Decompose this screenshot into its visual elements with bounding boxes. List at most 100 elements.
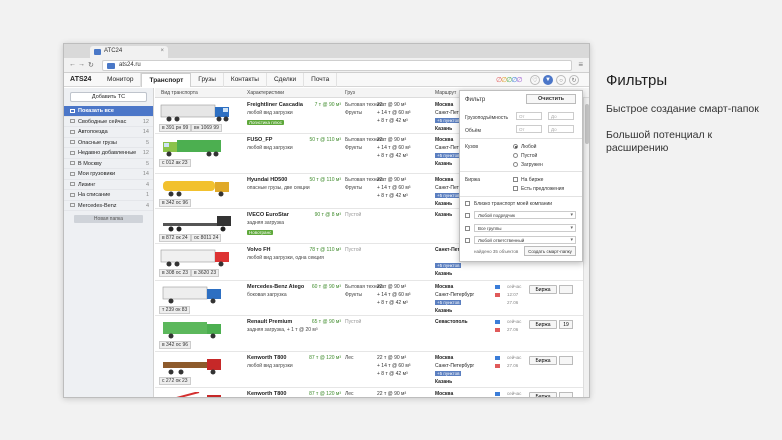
status-date: 27.06 <box>507 363 519 368</box>
exchange-button[interactable]: Биржа <box>529 356 557 365</box>
reload-icon[interactable]: ↻ <box>88 61 94 69</box>
vehicle-model[interactable]: Kenworth T800 <box>247 355 286 361</box>
refresh-icon[interactable]: ↻ <box>569 75 579 85</box>
capacity-from-input[interactable]: От <box>516 112 542 120</box>
vehicle-model[interactable]: Hyundai HD500 <box>247 177 287 183</box>
search-icon[interactable]: ○ <box>556 75 566 85</box>
column-header-route[interactable]: Маршрут <box>435 90 456 96</box>
checkbox-has-offers-label: Есть предложения <box>521 186 565 192</box>
capacity-label: Грузоподъёмность <box>465 115 509 121</box>
exchange-count-button[interactable] <box>559 285 573 294</box>
sidebar-item-road-trains[interactable]: Автопоезда 14 <box>64 127 153 138</box>
vehicle-model[interactable]: FUSO_FP <box>247 137 272 143</box>
scrollbar-thumb[interactable] <box>585 104 589 144</box>
vehicle-description: любой вид загрузки <box>247 145 293 151</box>
add-vehicle-button[interactable]: Добавить ТС <box>70 92 147 102</box>
truck-image <box>160 104 229 122</box>
clear-filter-button[interactable]: Очистить <box>526 94 576 104</box>
checkbox-has-offers[interactable] <box>513 186 518 191</box>
exchange-count-button[interactable] <box>559 356 573 365</box>
color-tags-icon[interactable]: ∅∅∅∅∅ <box>496 76 523 84</box>
radio-any[interactable] <box>513 144 518 149</box>
checkbox-group[interactable] <box>465 226 470 231</box>
nav-tab-transport[interactable]: Транспорт <box>141 73 192 87</box>
route-points-badge[interactable]: +5 пунктов <box>435 371 462 376</box>
exchange-button[interactable]: Биржа <box>529 320 557 329</box>
table-row[interactable]: с 272 ок 23 Kenworth T800 87 т @ 120 м³ люб… <box>155 352 589 388</box>
checkbox-own-company[interactable] <box>465 201 470 206</box>
vehicle-model[interactable]: Mercedes-Benz Atego <box>247 284 304 290</box>
radio-loaded[interactable] <box>513 162 518 167</box>
nav-tab-monitor[interactable]: Монитор <box>100 73 142 87</box>
route-points-badge[interactable]: +5 пунктов <box>435 153 462 158</box>
checkbox-contractor[interactable] <box>465 213 470 218</box>
table-row[interactable]: т 239 ок 83 Mercedes-Benz Atego 60 т @ 90 … <box>155 281 589 316</box>
filter-icon[interactable]: ▼ <box>543 75 553 85</box>
sidebar-item-show-all[interactable]: Показать все <box>64 106 153 117</box>
vehicle-model[interactable]: Freightliner Cascadia <box>247 102 303 108</box>
scrollbar[interactable] <box>583 98 589 397</box>
nav-tab-mail[interactable]: Почта <box>304 73 338 87</box>
volume-to-input[interactable]: До <box>548 125 574 133</box>
route-from: Москва <box>435 355 454 361</box>
route-points-badge[interactable]: +5 пунктов <box>435 300 462 305</box>
truck-image <box>176 392 221 397</box>
vehicle-model[interactable]: Renault Premium <box>247 319 292 325</box>
checkbox-on-exchange[interactable] <box>513 177 518 182</box>
sidebar-item-write-off[interactable]: На списание 1 <box>64 190 153 201</box>
trailer-plate: вн 1069 99 <box>191 124 222 132</box>
route-points-badge[interactable]: +5 пунктов <box>435 118 462 123</box>
table-row[interactable]: Kenworth T80087 т @ 120 м³любой вид загр… <box>155 388 589 397</box>
cargo-item: Пустой <box>345 247 362 253</box>
sidebar-item-dangerous-goods[interactable]: Опасные грузы 5 <box>64 138 153 148</box>
route-points-badge[interactable]: +5 пунктов <box>435 263 462 268</box>
column-header-specs[interactable]: Характеристики <box>247 90 284 96</box>
vehicle-model[interactable]: Volvo FH <box>247 247 270 253</box>
trailer-plate: в 3620 23 <box>191 269 220 277</box>
vehicle-capacity: 50 т @ 110 м³ <box>309 177 341 183</box>
create-smart-folder-button[interactable]: Создать смарт-папку <box>524 246 576 256</box>
responsible-select[interactable]: Любой ответственный <box>474 236 576 244</box>
hamburger-menu-icon[interactable]: ≡ <box>578 60 583 69</box>
vehicle-model[interactable]: Kenworth T800 <box>247 391 286 397</box>
sidebar-item-my-trucks[interactable]: Мои грузовики 14 <box>64 169 153 180</box>
back-icon[interactable]: ← <box>69 61 76 68</box>
contractor-select[interactable]: Любой подрядчик <box>474 211 576 219</box>
cargo-item: Фрукты <box>345 292 363 298</box>
column-header-cargo[interactable]: Груз <box>345 90 355 96</box>
nav-tab-deals[interactable]: Сделки <box>267 73 305 87</box>
route-load: + 8 т @ 42 м³ <box>377 371 408 377</box>
exchange-count-button[interactable] <box>559 392 573 397</box>
license-plate: в 342 ос 96 <box>159 199 192 207</box>
vehicle-model[interactable]: IVECO EuroStar <box>247 212 289 218</box>
url-input[interactable]: ats24.ru <box>102 60 572 71</box>
route-points-badge[interactable]: +5 пунктов <box>435 193 462 198</box>
vehicle-capacity: 87 т @ 120 м³ <box>309 391 341 397</box>
column-header-vehicle-type[interactable]: Вид транспорта <box>161 90 198 96</box>
route-from: Москва <box>435 102 454 108</box>
sidebar-item-recently-added[interactable]: Недавно добавленные 12 <box>64 148 153 159</box>
heart-icon[interactable]: ♡ <box>530 75 540 85</box>
sidebar-item-leasing[interactable]: Лизинг 4 <box>64 180 153 190</box>
sidebar-item-free-now[interactable]: Свободные сейчас 12 <box>64 117 153 127</box>
checkbox-responsible[interactable] <box>465 238 470 243</box>
browser-tab[interactable]: АТС24 × <box>90 46 168 58</box>
nav-tab-cargo[interactable]: Грузы <box>191 73 224 87</box>
exchange-button[interactable]: Биржа <box>529 285 557 294</box>
capacity-to-input[interactable]: До <box>548 112 574 120</box>
exchange-count-button[interactable]: 19 <box>559 320 573 329</box>
flag-icon <box>495 285 500 289</box>
group-select[interactable]: Все группы <box>474 224 576 232</box>
sidebar-item-to-moscow[interactable]: В Москву 5 <box>64 159 153 169</box>
flag-icon <box>495 293 500 297</box>
volume-from-input[interactable]: От <box>516 125 542 133</box>
radio-empty[interactable] <box>513 153 518 158</box>
table-row[interactable]: в 342 ос 96 Renault Premium 65 т @ 90 м³ за… <box>155 316 589 352</box>
exchange-button[interactable]: Биржа <box>529 392 557 397</box>
forward-icon[interactable]: → <box>78 61 85 68</box>
new-folder-button[interactable]: Новая папка <box>74 215 143 223</box>
vehicle-description: любой вид загрузки <box>247 110 293 116</box>
nav-tab-contacts[interactable]: Контакты <box>224 73 267 87</box>
sidebar-item-mercedes[interactable]: Mercedes-Benz 4 <box>64 201 153 211</box>
close-tab-icon[interactable]: × <box>160 48 164 54</box>
